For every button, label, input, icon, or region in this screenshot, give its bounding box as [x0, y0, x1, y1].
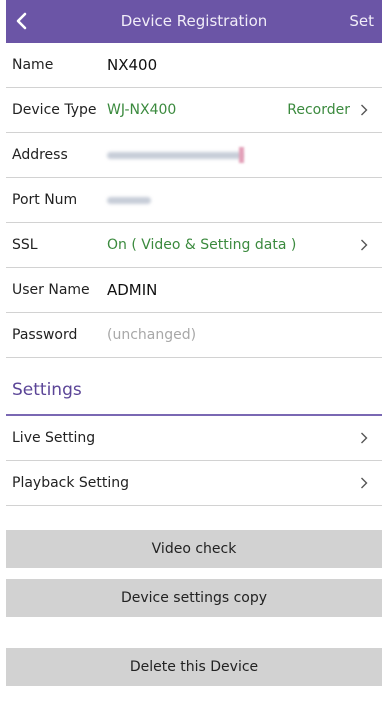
device-type-label: Device Type — [12, 102, 97, 118]
name-row[interactable]: Name NX400 — [6, 43, 382, 88]
settings-section-header: Settings — [6, 364, 382, 416]
chevron-right-icon — [361, 104, 368, 116]
playback-setting-label: Playback Setting — [12, 475, 130, 491]
settings-title: Settings — [12, 380, 82, 400]
device-type-row[interactable]: Device Type WJ-NX400 Recorder — [6, 88, 382, 133]
chevron-right-icon — [361, 477, 368, 489]
set-button[interactable]: Set — [349, 0, 374, 43]
video-check-button[interactable]: Video check — [6, 530, 382, 568]
text-cursor — [239, 147, 244, 163]
device-settings-copy-button[interactable]: Device settings copy — [6, 579, 382, 617]
live-setting-label: Live Setting — [12, 430, 96, 446]
port-label: Port Num — [12, 192, 78, 208]
chevron-right-icon — [361, 239, 368, 251]
port-value-obscured[interactable] — [107, 197, 151, 204]
user-name-label: User Name — [12, 282, 90, 298]
password-row[interactable]: Password (unchanged) — [6, 313, 382, 358]
address-value-obscured[interactable] — [107, 152, 243, 159]
address-row[interactable]: Address — [6, 133, 382, 178]
app-screen: Device Registration Set Name NX400 Devic… — [6, 0, 382, 701]
ssl-label: SSL — [12, 237, 38, 253]
ssl-row[interactable]: SSL On ( Video & Setting data ) — [6, 223, 382, 268]
user-name-row[interactable]: User Name ADMIN — [6, 268, 382, 313]
name-label: Name — [12, 57, 54, 73]
header-bar: Device Registration Set — [6, 0, 382, 43]
ssl-value: On ( Video & Setting data ) — [107, 237, 297, 253]
password-value[interactable]: (unchanged) — [107, 313, 196, 357]
device-category-value: Recorder — [287, 102, 350, 118]
address-label: Address — [12, 147, 68, 163]
port-row[interactable]: Port Num — [6, 178, 382, 223]
device-type-value: WJ-NX400 — [107, 102, 177, 118]
playback-setting-row[interactable]: Playback Setting — [6, 461, 382, 506]
name-value[interactable]: NX400 — [107, 43, 157, 87]
delete-device-button[interactable]: Delete this Device — [6, 648, 382, 686]
password-label: Password — [12, 327, 78, 343]
live-setting-row[interactable]: Live Setting — [6, 416, 382, 461]
page-title: Device Registration — [120, 12, 268, 30]
chevron-right-icon — [361, 432, 368, 444]
user-name-value[interactable]: ADMIN — [107, 268, 157, 312]
